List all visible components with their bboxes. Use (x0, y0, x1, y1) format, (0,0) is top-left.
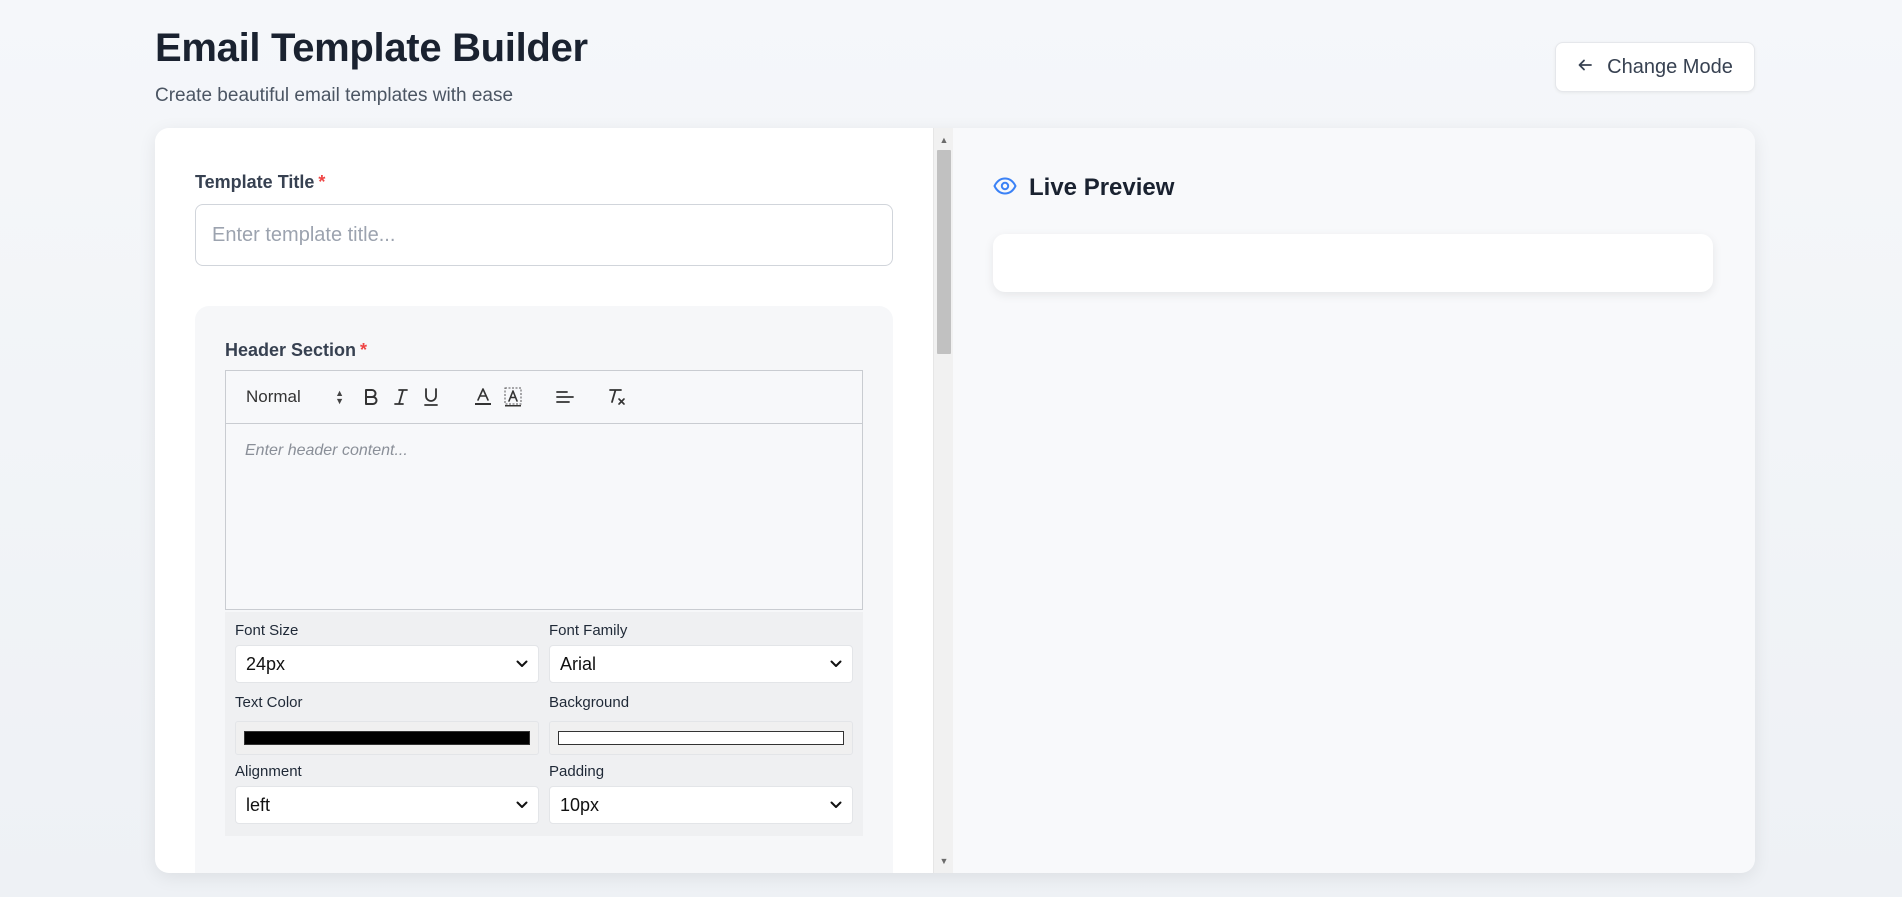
text-color-button[interactable] (468, 383, 498, 411)
italic-icon (394, 389, 408, 405)
font-size-label: Font Size (235, 622, 299, 639)
arrow-left-icon (1577, 56, 1593, 79)
bold-icon (365, 389, 378, 405)
header-section-label: Header Section * (225, 340, 368, 360)
editor-scrollbar[interactable]: ▲ ▼ (933, 128, 953, 873)
live-preview-title: Live Preview (1029, 174, 1175, 201)
background-color-field: Background (549, 694, 853, 755)
align-button[interactable] (550, 383, 580, 411)
alignment-field: Alignment left (235, 763, 539, 824)
preview-card (993, 234, 1713, 292)
font-size-field: Font Size 24px (235, 622, 539, 683)
alignment-label: Alignment (235, 763, 302, 780)
background-color-swatch (558, 731, 844, 745)
scrollbar-thumb[interactable] (937, 150, 951, 354)
change-mode-label: Change Mode (1607, 55, 1733, 78)
italic-button[interactable] (386, 383, 416, 411)
chevron-down-icon (516, 660, 528, 667)
bold-button[interactable] (356, 383, 386, 411)
page-title: Email Template Builder (155, 26, 588, 70)
chevron-down-icon (830, 801, 842, 808)
scroll-up-arrow-icon[interactable]: ▲ (934, 132, 954, 148)
scroll-down-arrow-icon[interactable]: ▼ (934, 853, 954, 869)
select-carets-icon: ▲ ▼ (335, 388, 344, 406)
background-color-icon (504, 387, 522, 407)
live-preview-heading: Live Preview (993, 174, 1174, 202)
font-family-label: Font Family (549, 622, 628, 639)
align-left-icon (556, 391, 574, 403)
font-family-select[interactable]: Arial (549, 645, 853, 683)
page-header: Email Template Builder Create beautiful … (155, 26, 588, 107)
padding-select[interactable]: 10px (549, 786, 853, 824)
text-color-icon (475, 388, 491, 405)
alignment-select[interactable]: left (235, 786, 539, 824)
padding-label: Padding (549, 763, 605, 780)
eye-icon (993, 177, 1017, 200)
underline-icon (424, 388, 438, 406)
text-color-picker[interactable] (235, 721, 539, 755)
text-color-label: Text Color (235, 694, 303, 711)
header-rich-text-editor: Normal ▲ ▼ Enter header content... (225, 370, 863, 610)
header-section: Header Section * Normal ▲ ▼ Enter header… (195, 306, 893, 873)
underline-button[interactable] (416, 383, 446, 411)
padding-field: Padding 10px (549, 763, 853, 824)
chevron-down-icon (830, 660, 842, 667)
chevron-down-icon (516, 801, 528, 808)
editor-panel: Template Title* Header Section* Normal ▲… (155, 128, 933, 873)
template-title-input[interactable] (195, 204, 893, 266)
font-family-field: Font Family Arial (549, 622, 853, 683)
header-content-editor[interactable]: Enter header content... (225, 424, 863, 610)
editor-toolbar: Normal ▲ ▼ (225, 370, 863, 424)
background-label: Background (549, 694, 630, 711)
builder-container: Template Title* Header Section* Normal ▲… (155, 128, 1755, 873)
text-color-field: Text Color (235, 694, 539, 755)
template-title-label: Template Title * (195, 172, 326, 192)
font-size-select[interactable]: 24px (235, 645, 539, 683)
clear-format-icon (609, 389, 625, 405)
text-color-swatch (244, 731, 530, 745)
required-marker: * (360, 340, 368, 360)
clear-format-button[interactable] (602, 383, 632, 411)
page-subtitle: Create beautiful email templates with ea… (155, 85, 514, 106)
background-color-button[interactable] (498, 383, 528, 411)
format-select[interactable]: Normal ▲ ▼ (246, 387, 356, 407)
header-properties: Font Size 24px Font Family Arial Text Co… (225, 612, 863, 836)
background-color-picker[interactable] (549, 721, 853, 755)
required-marker: * (318, 172, 326, 192)
preview-panel: Live Preview (953, 128, 1755, 873)
change-mode-button[interactable]: Change Mode (1555, 42, 1755, 92)
